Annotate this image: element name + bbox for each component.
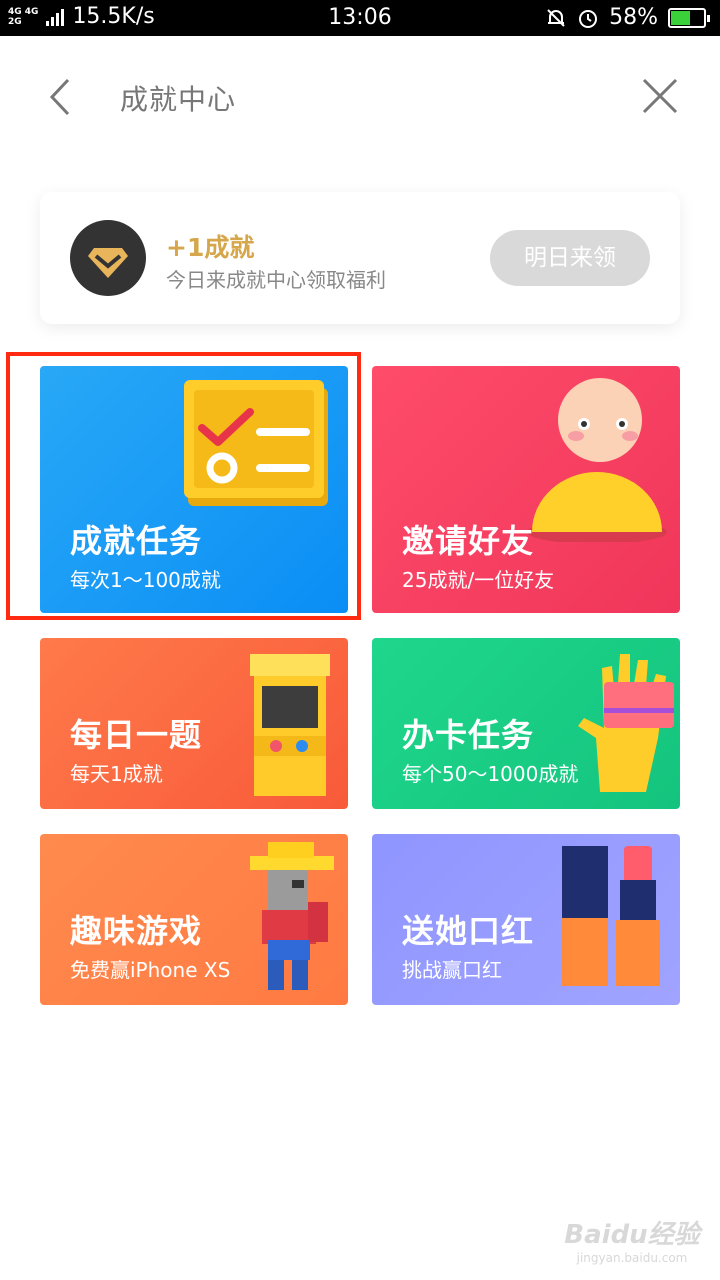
daily-reward-card: +1成就 今日来成就中心领取福利 明日来领 <box>40 192 680 324</box>
tile-title: 每日一题 <box>70 716 203 754</box>
watermark: Baidu经验 jingyan.baidu.com <box>552 1214 712 1265</box>
tile-subtitle: 每个50～1000成就 <box>402 762 579 786</box>
hand-card-icon <box>578 654 674 792</box>
tile-lipstick[interactable]: 送她口红 挑战赢口红 <box>372 834 680 1005</box>
tile-daily-question[interactable]: 每日一题 每天1成就 <box>40 638 348 809</box>
lipstick-icon <box>562 846 660 986</box>
tile-invite-friends[interactable]: 邀请好友 25成就/一位好友 <box>372 366 680 613</box>
chevron-left-icon[interactable] <box>38 74 84 120</box>
watermark-url: jingyan.baidu.com <box>576 1251 688 1265</box>
reward-subtitle: 今日来成就中心领取福利 <box>166 268 386 292</box>
bell-mute-icon <box>547 8 565 27</box>
tile-title: 办卡任务 <box>402 716 535 754</box>
close-icon[interactable] <box>638 74 682 118</box>
tile-subtitle: 25成就/一位好友 <box>402 568 555 592</box>
person-figure-icon <box>527 378 667 542</box>
tile-title: 趣味游戏 <box>70 912 203 950</box>
tile-title: 送她口红 <box>402 912 535 950</box>
tile-subtitle: 每天1成就 <box>70 762 163 786</box>
battery-icon <box>668 7 710 28</box>
reward-title: +1成就 <box>166 233 255 262</box>
tile-fun-games[interactable]: 趣味游戏 免费赢iPhone XS <box>40 834 348 1005</box>
medal-icon <box>70 220 146 296</box>
selection-highlight <box>6 352 361 620</box>
page-title: 成就中心 <box>120 83 237 116</box>
tile-title: 邀请好友 <box>402 522 535 560</box>
watermark-logo: Baidu经验 <box>564 1220 700 1250</box>
alarm-icon <box>579 9 598 28</box>
tile-card-tasks[interactable]: 办卡任务 每个50～1000成就 <box>372 638 680 809</box>
top-nav: 成就中心 <box>0 36 720 156</box>
tile-subtitle: 挑战赢口红 <box>402 958 502 982</box>
status-bar: 4G 4G 2G 15.5K/s 13:06 58% <box>0 0 720 36</box>
claim-tomorrow-button[interactable]: 明日来领 <box>490 230 650 286</box>
arcade-machine-icon <box>250 654 330 796</box>
tile-subtitle: 免费赢iPhone XS <box>70 958 231 982</box>
pixel-character-icon <box>250 842 334 990</box>
battery-percent: 58% <box>609 5 658 30</box>
